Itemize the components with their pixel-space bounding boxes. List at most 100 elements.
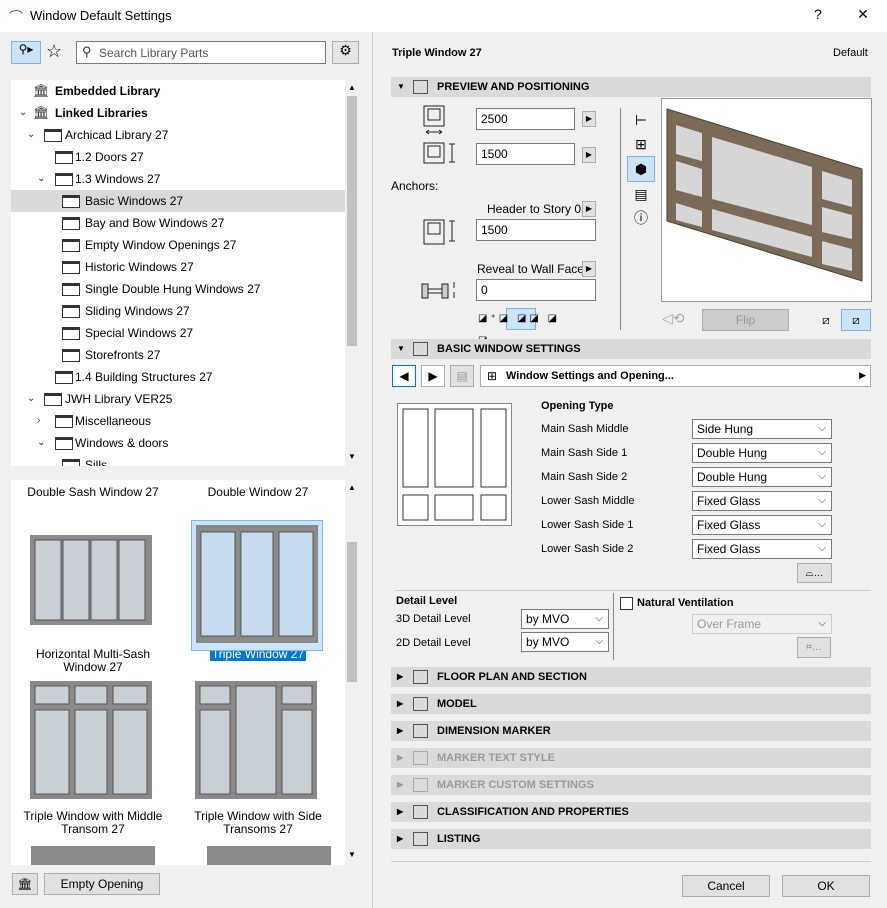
section-view-icon[interactable]: ⊞ (627, 132, 655, 156)
header-height-input[interactable]: 1500 (476, 219, 596, 241)
reveal-button[interactable]: ▶ (582, 261, 596, 277)
ok-button[interactable]: OK (782, 875, 870, 897)
section-model[interactable]: ▶ MODEL (391, 694, 871, 714)
detail-2d-select[interactable]: by MVO ⌵ (521, 632, 609, 652)
chevron-down-icon[interactable]: ⌄ (27, 388, 35, 410)
sash-label: Lower Sash Side 2 (541, 543, 634, 555)
tree-item[interactable]: Basic Windows 27 (11, 190, 345, 212)
tree-item[interactable]: 🏛 Embedded Library (11, 80, 345, 102)
info-icon[interactable]: ⓘ (627, 206, 655, 230)
tree-item[interactable]: Sliding Windows 27 (11, 300, 345, 322)
section-listing[interactable]: ▶ LISTING (391, 829, 871, 849)
tree-item[interactable]: Sills (11, 454, 345, 466)
section-classification-and-properties[interactable]: ▶ CLASSIFICATION AND PROPERTIES (391, 802, 871, 822)
ventilation-settings-button[interactable]: ⌗… (797, 637, 831, 658)
favorites-star-icon[interactable]: ☆ (46, 41, 62, 62)
empty-opening-button[interactable]: Empty Opening (44, 873, 160, 895)
detail-3d-select[interactable]: by MVO ⌵ (521, 609, 609, 629)
gallery-item-name[interactable]: Double Sash Window 27 (13, 486, 173, 499)
tree-item[interactable]: Bay and Bow Windows 27 (11, 212, 345, 234)
tree-item[interactable]: ⌄ 🏛 Linked Libraries (11, 102, 345, 124)
sash-type-select[interactable]: Fixed Glass ⌵ (692, 515, 832, 535)
sash-type-select[interactable]: Fixed Glass ⌵ (692, 491, 832, 511)
chevron-right-icon[interactable]: › (37, 410, 40, 432)
tree-item[interactable]: Special Windows 27 (11, 322, 345, 344)
tree-item-label: Special Windows 27 (85, 326, 194, 340)
chevron-down-icon[interactable]: ⌄ (27, 124, 35, 146)
gallery-item-name[interactable]: Double Window 27 (178, 486, 338, 499)
close-button[interactable]: ✕ (853, 6, 873, 23)
sash-type-select[interactable]: Fixed Glass ⌵ (692, 539, 832, 559)
page-settings-icon[interactable]: ▤ (450, 365, 474, 387)
tree-item-label: Bay and Bow Windows 27 (85, 216, 225, 230)
tree-item[interactable]: ⌄ Windows & doors (11, 432, 345, 454)
search-input[interactable]: ⚲ Search Library Parts (76, 41, 326, 64)
tree-item[interactable]: › Miscellaneous (11, 410, 345, 432)
section-basic-window-settings[interactable]: ▼ BASIC WINDOW SETTINGS (391, 339, 871, 359)
chevron-down-icon[interactable]: ⌄ (37, 432, 45, 454)
previous-page-button[interactable]: ◀ (392, 365, 416, 387)
tree-item[interactable]: ⌄ 1.3 Windows 27 (11, 168, 345, 190)
next-page-button[interactable]: ▶ (421, 365, 445, 387)
gallery-thumbnail[interactable] (194, 680, 318, 803)
elevation-view-icon[interactable]: ▤ (627, 182, 655, 206)
gallery-thumbnail[interactable] (191, 520, 323, 651)
gallery-scroll-thumb[interactable] (347, 542, 357, 682)
door-side-a-button[interactable]: ⧄ (813, 309, 839, 331)
sash-type-select[interactable]: Side Hung ⌵ (692, 419, 832, 439)
gallery-thumbnail[interactable] (31, 846, 155, 865)
sash-type-select[interactable]: Double Hung ⌵ (692, 467, 832, 487)
header-anchor-button[interactable]: ▶ (582, 201, 596, 217)
gallery-scrollbar[interactable]: ▲ ▼ (345, 480, 359, 865)
natural-ventilation-checkbox[interactable] (620, 597, 633, 610)
opening-line-settings-button[interactable]: ⌓… (797, 563, 832, 583)
tree-item[interactable]: Empty Window Openings 27 (11, 234, 345, 256)
tree-item[interactable]: 1.2 Doors 27 (11, 146, 345, 168)
gallery-thumbnail[interactable] (207, 846, 331, 865)
gallery-item-name[interactable]: Triple Window with Middle Transom 27 (13, 810, 173, 836)
section-marker-text-style[interactable]: ▶ MARKER TEXT STYLE (391, 748, 871, 768)
library-manager-button[interactable]: 🏛 (12, 873, 38, 895)
library-view-button[interactable]: ⚲▸ (11, 41, 41, 64)
anchors-label: Anchors: (391, 179, 439, 193)
folder-icon (62, 349, 80, 362)
reveal-input[interactable]: 0 (476, 279, 596, 301)
model-icon (413, 697, 428, 711)
settings-gear-button[interactable]: ⚙ (332, 41, 359, 64)
library-tree: 🏛 Embedded Library ⌄ 🏛 Linked Libraries ⌄ Arch… (11, 80, 359, 466)
gallery-thumbnail[interactable] (29, 680, 153, 803)
width-unit-button[interactable]: ▶ (582, 111, 596, 127)
height-unit-button[interactable]: ▶ (582, 147, 596, 163)
chevron-down-icon[interactable]: ⌄ (19, 102, 27, 124)
door-side-b-button[interactable]: ⧄ (841, 309, 871, 331)
gallery-item-name[interactable]: Horizontal Multi-Sash Window 27 (13, 648, 173, 674)
flip-button[interactable]: Flip (702, 309, 789, 331)
section-preview-and-positioning[interactable]: ▼ PREVIEW AND POSITIONING (391, 77, 871, 97)
reveal-option-buttons[interactable]: ◪⁺◪ ◪◪ ◪ ◪ (478, 308, 568, 346)
tree-item[interactable]: Historic Windows 27 (11, 256, 345, 278)
tree-item[interactable]: Storefronts 27 (11, 344, 345, 366)
preview-view-buttons[interactable]: ⊢ ⊞ ⬢ ▤ ⓘ (627, 108, 655, 230)
plan-view-icon[interactable]: ⊢ (627, 108, 655, 132)
tree-item[interactable]: ⌄ Archicad Library 27 (11, 124, 345, 146)
page-selector[interactable]: ⊞ Window Settings and Opening... ▶ (480, 365, 871, 387)
help-button[interactable]: ? (808, 6, 828, 22)
gallery-thumbnail[interactable] (29, 534, 153, 629)
tree-item[interactable]: 1.4 Building Structures 27 (11, 366, 345, 388)
section-dimension-marker[interactable]: ▶ DIMENSION MARKER (391, 721, 871, 741)
folder-icon (55, 151, 73, 164)
gallery-item-name[interactable]: Triple Window with Side Transoms 27 (178, 810, 338, 836)
height-input[interactable]: 1500 (476, 143, 575, 165)
ventilation-type-select[interactable]: Over Frame ⌵ (692, 614, 832, 634)
width-input[interactable]: 2500 (476, 108, 575, 130)
tree-item[interactable]: Single Double Hung Windows 27 (11, 278, 345, 300)
section-marker-custom-settings[interactable]: ▶ MARKER CUSTOM SETTINGS (391, 775, 871, 795)
3d-view-icon[interactable]: ⬢ (627, 156, 655, 182)
section-floor-plan-and-section[interactable]: ▶ FLOOR PLAN AND SECTION (391, 667, 871, 687)
tree-item[interactable]: ⌄ JWH Library VER25 (11, 388, 345, 410)
chevron-down-icon[interactable]: ⌄ (37, 168, 45, 190)
tree-scrollbar[interactable]: ▲ ▼ (345, 80, 359, 466)
cancel-button[interactable]: Cancel (682, 875, 770, 897)
tree-scroll-thumb[interactable] (347, 96, 357, 346)
sash-type-select[interactable]: Double Hung ⌵ (692, 443, 832, 463)
